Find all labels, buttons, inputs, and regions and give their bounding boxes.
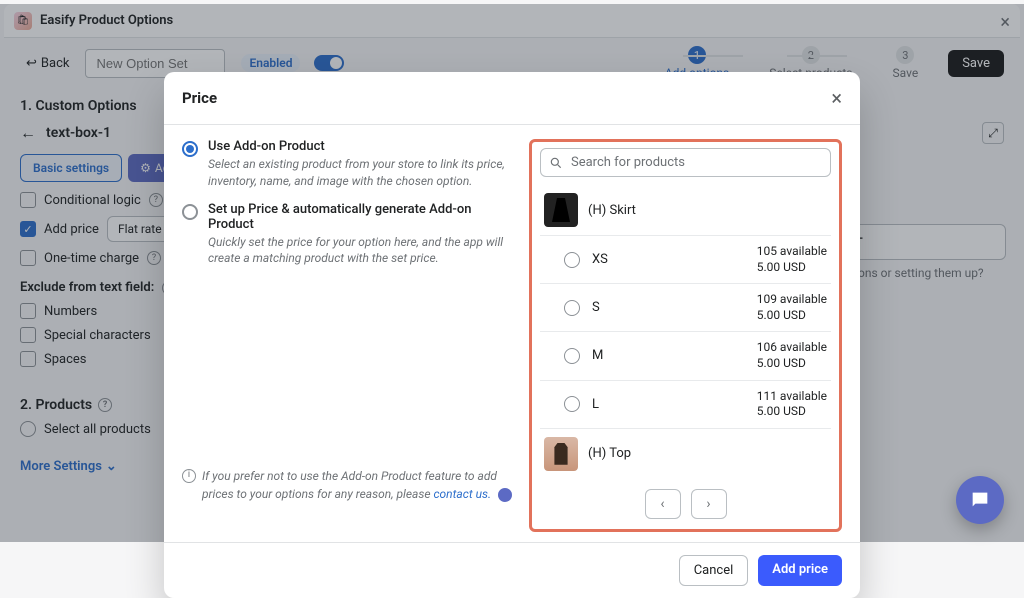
- variant-row[interactable]: M 106 available5.00 USD: [540, 332, 831, 380]
- price-modal: Price × Use Add-on Product Select an exi…: [164, 72, 860, 598]
- variant-name: S: [592, 300, 600, 315]
- contact-link[interactable]: contact us.: [433, 487, 491, 501]
- variant-price: 5.00 USD: [757, 260, 827, 276]
- info-icon: i: [182, 469, 196, 483]
- product-search-input[interactable]: Search for products: [540, 148, 831, 177]
- variant-radio[interactable]: [564, 252, 580, 268]
- prev-page-button[interactable]: ‹: [645, 489, 681, 519]
- footnote: If you prefer not to use the Add-on Prod…: [202, 467, 517, 503]
- setup-price-label: Set up Price & automatically generate Ad…: [208, 202, 517, 232]
- variant-name: XS: [592, 252, 608, 267]
- variant-name: L: [592, 397, 599, 412]
- chat-icon: [969, 489, 991, 511]
- search-icon: [549, 156, 563, 170]
- product-picker-panel: Search for products (H) Skirt XS 105 ava…: [529, 139, 842, 532]
- variant-available: 106 available: [757, 340, 827, 356]
- cancel-button[interactable]: Cancel: [679, 555, 749, 586]
- variant-name: M: [592, 348, 603, 363]
- variant-row[interactable]: XS 105 available5.00 USD: [540, 236, 831, 284]
- variant-available: 105 available: [757, 244, 827, 260]
- product-name: (H) Skirt: [588, 203, 636, 218]
- next-page-button[interactable]: ›: [691, 489, 727, 519]
- variant-available: 111 available: [757, 389, 827, 405]
- setup-price-desc: Quickly set the price for your option he…: [208, 234, 517, 268]
- variant-price: 5.00 USD: [757, 404, 827, 420]
- variant-available: 109 available: [757, 292, 827, 308]
- use-addon-desc: Select an existing product from your sto…: [208, 156, 517, 190]
- product-row-top[interactable]: (H) Top: [540, 429, 831, 479]
- setup-price-radio[interactable]: [182, 204, 198, 220]
- search-placeholder: Search for products: [571, 155, 685, 170]
- use-addon-label: Use Add-on Product: [208, 139, 517, 154]
- product-thumb: [544, 437, 578, 471]
- close-icon[interactable]: ×: [831, 86, 842, 110]
- variant-row[interactable]: S 109 available5.00 USD: [540, 284, 831, 332]
- product-name: (H) Top: [588, 446, 631, 461]
- product-thumb: [544, 193, 578, 227]
- variant-radio[interactable]: [564, 348, 580, 364]
- variant-price: 5.00 USD: [757, 356, 827, 372]
- variant-row[interactable]: L 111 available5.00 USD: [540, 381, 831, 429]
- modal-title: Price: [182, 89, 217, 107]
- variant-radio[interactable]: [564, 300, 580, 316]
- product-row-skirt[interactable]: (H) Skirt: [540, 185, 831, 236]
- chat-fab[interactable]: [956, 476, 1004, 524]
- chat-bubble-icon: [498, 488, 512, 502]
- use-addon-radio[interactable]: [182, 141, 198, 157]
- add-price-button[interactable]: Add price: [758, 555, 842, 586]
- variant-price: 5.00 USD: [757, 308, 827, 324]
- variant-radio[interactable]: [564, 396, 580, 412]
